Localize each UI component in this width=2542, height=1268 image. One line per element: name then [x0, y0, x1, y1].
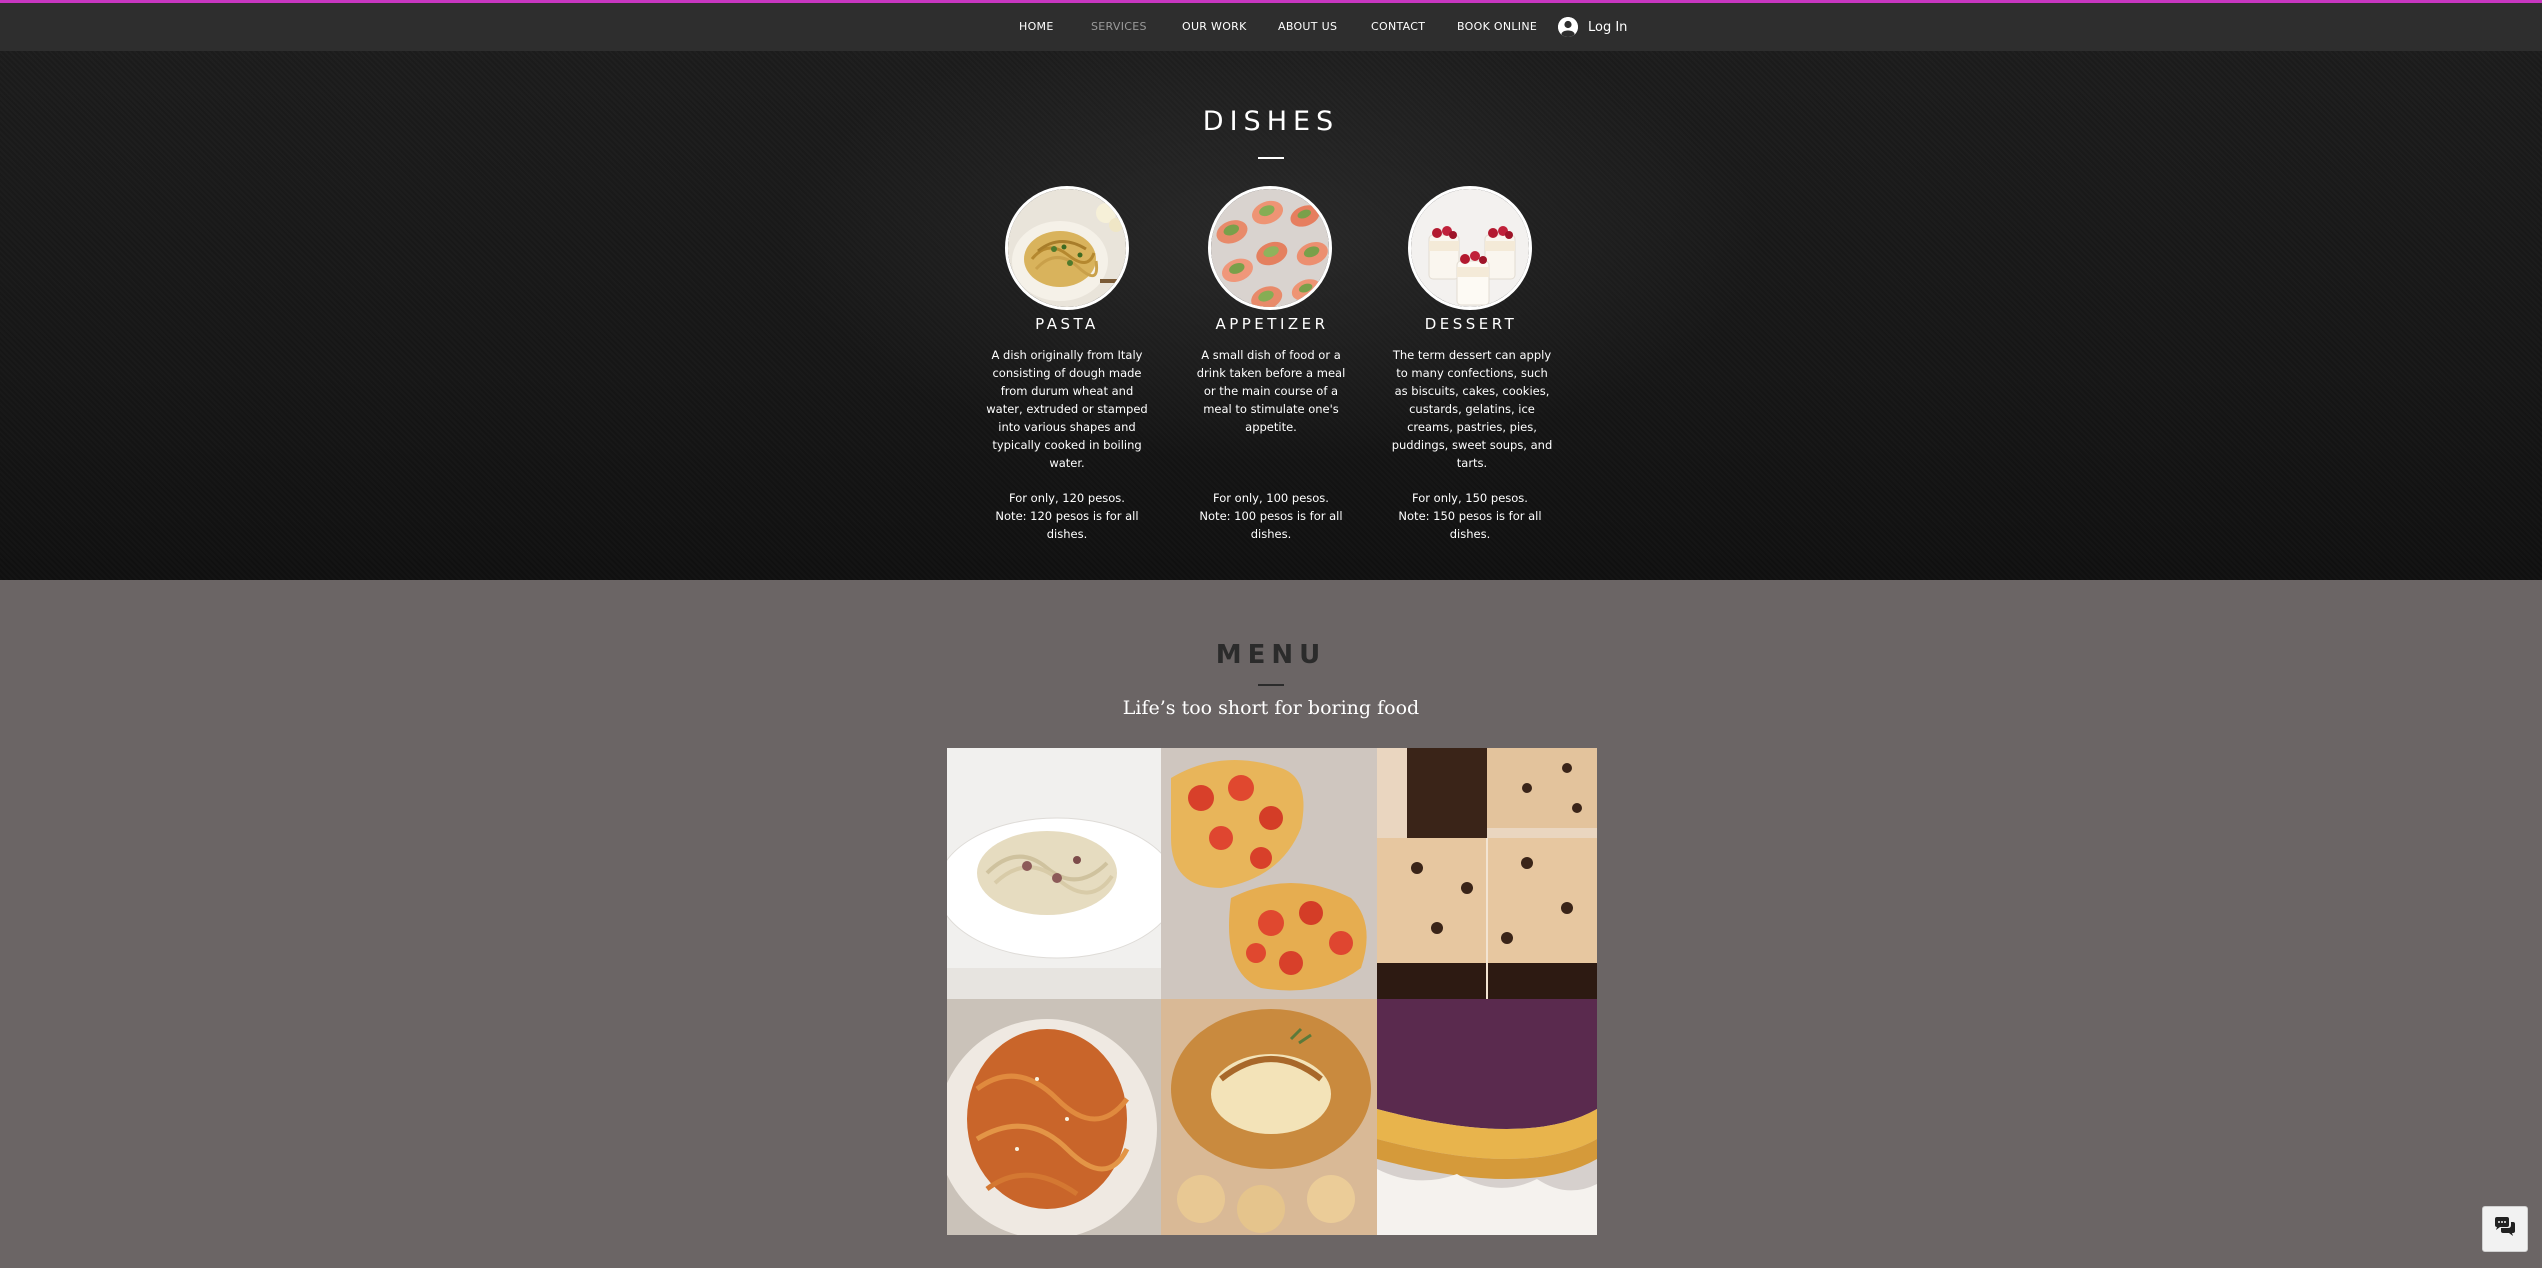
dessert-note: Note: 150 pesos is for all dishes. — [1398, 509, 1542, 541]
appetizer-price: For only, 100 pesos. — [1213, 491, 1329, 505]
carbonara-photo[interactable] — [947, 748, 1161, 999]
dessert-title: DESSERT — [1424, 315, 1518, 333]
appetizer-photo — [1208, 186, 1332, 310]
pasta-price: For only, 120 pesos. — [1009, 491, 1125, 505]
tomato-bruschetta-photo[interactable] — [1161, 748, 1377, 999]
dishes-section: DISHES PASTA A dish originally from Ital… — [0, 51, 2542, 580]
appetizer-note: Note: 100 pesos is for all dishes. — [1199, 509, 1343, 541]
nav-about-us[interactable]: ABOUT US — [1278, 3, 1337, 51]
login-label: Log In — [1588, 19, 1628, 35]
nav-home[interactable]: HOME — [1019, 3, 1054, 51]
menu-tagline: Life’s too short for boring food — [1122, 697, 1420, 719]
pasta-note: Note: 120 pesos is for all dishes. — [995, 509, 1139, 541]
dessert-description: The term dessert can apply to many confe… — [1391, 348, 1553, 470]
spaghetti-bolognese-photo[interactable] — [947, 999, 1161, 1235]
site-header: HOME SERVICES OUR WORK ABOUT US CONTACT … — [0, 3, 2542, 51]
nav-our-work[interactable]: OUR WORK — [1182, 3, 1247, 51]
nav-services[interactable]: SERVICES — [1091, 3, 1147, 51]
appetizer-title: APPETIZER — [1215, 315, 1329, 333]
menu-title: MENU — [1215, 640, 1327, 670]
chat-bubbles-icon — [2493, 1216, 2517, 1242]
pasta-photo — [1005, 186, 1129, 310]
dessert-price: For only, 150 pesos. — [1412, 491, 1528, 505]
ube-tart-photo[interactable] — [1377, 999, 1597, 1235]
dishes-title-divider — [1258, 157, 1284, 159]
baked-brie-pastry-photo[interactable] — [1161, 999, 1377, 1235]
login-button[interactable]: Log In — [1558, 14, 1627, 40]
dessert-photo — [1408, 186, 1532, 310]
nav-book-online[interactable]: BOOK ONLINE — [1457, 3, 1537, 51]
pasta-title: PASTA — [1035, 315, 1099, 333]
cookie-dough-bars-photo[interactable] — [1377, 748, 1597, 999]
nav-contact[interactable]: CONTACT — [1371, 3, 1425, 51]
menu-title-divider — [1258, 684, 1284, 686]
chat-button[interactable] — [2482, 1206, 2528, 1252]
dishes-title: DISHES — [1202, 106, 1340, 137]
appetizer-description: A small dish of food or a drink taken be… — [1196, 348, 1346, 434]
pasta-description: A dish originally from Italy consisting … — [986, 348, 1148, 470]
user-avatar-icon — [1558, 17, 1578, 37]
